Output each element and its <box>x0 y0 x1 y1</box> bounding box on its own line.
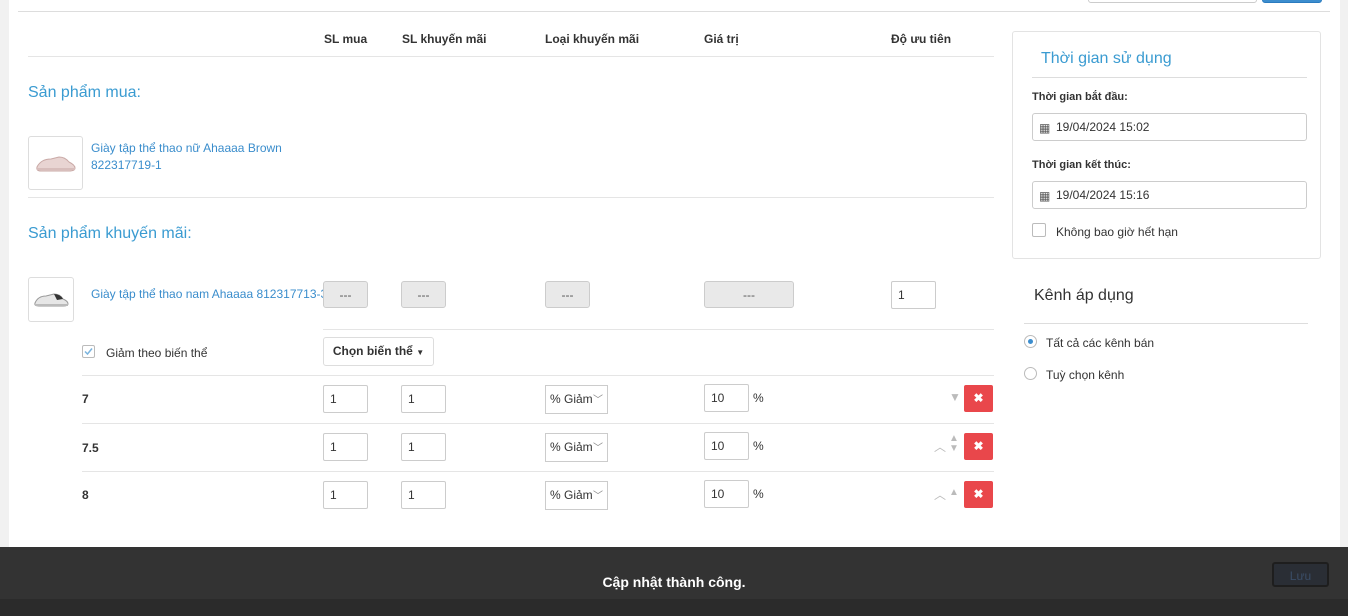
col-header-promo-qty: SL khuyến mãi <box>402 32 487 46</box>
start-time-input[interactable]: ▦ 19/04/2024 15:02 <box>1032 113 1307 141</box>
delete-variant-button[interactable]: ✖ <box>964 385 993 412</box>
calendar-icon: ▦ <box>1039 189 1051 203</box>
variant-checkbox[interactable] <box>82 345 95 358</box>
variant-type-value: % Giảm <box>550 392 593 406</box>
never-expire-checkbox[interactable] <box>1032 223 1046 237</box>
choose-variant-label: Chọn biến thể <box>332 344 413 358</box>
promo-value-field: --- <box>704 281 794 308</box>
channels-title: Kênh áp dụng <box>1034 287 1134 304</box>
col-header-priority: Độ ưu tiên <box>891 32 952 46</box>
variant-unit: % <box>753 487 764 501</box>
promo-type-field: --- <box>545 281 590 308</box>
end-time-input[interactable]: ▦ 19/04/2024 15:16 <box>1032 181 1307 209</box>
variant-row-label: 7.5 <box>82 441 99 455</box>
variant-value-input[interactable]: 10 <box>704 384 749 412</box>
variant-promo-qty-input[interactable]: 1 <box>401 481 446 509</box>
start-time-value: 19/04/2024 15:02 <box>1056 120 1150 134</box>
end-time-label: Thời gian kết thúc: <box>1032 159 1131 171</box>
chevron-up-icon[interactable]: ︿ <box>934 438 946 455</box>
top-divider <box>18 11 1330 12</box>
section-promo-title: Sản phẩm khuyến mãi: <box>28 225 192 242</box>
channel-all-label: Tất cả các kênh bán <box>1046 336 1155 350</box>
chevron-up-icon[interactable]: ︿ <box>934 486 946 503</box>
save-button[interactable]: Lưu <box>1272 562 1329 587</box>
usage-time-title: Thời gian sử dụng <box>1041 50 1172 67</box>
times-icon: ✖ <box>973 487 984 501</box>
caret-down-icon: ▼ <box>416 348 425 357</box>
section-buy-title: Sản phẩm mua: <box>28 84 141 101</box>
promo-buy-qty-field: --- <box>323 281 368 308</box>
promo-divider <box>323 329 994 330</box>
toast-notification <box>0 547 1348 599</box>
variant-checkbox-label: Giảm theo biến thể <box>106 346 208 360</box>
col-header-value: Giá trị <box>704 32 739 46</box>
delete-variant-button[interactable]: ✖ <box>964 433 993 460</box>
promo-qty-field: --- <box>401 281 446 308</box>
choose-variant-button[interactable]: Chọn biến thể ▼ <box>323 337 434 366</box>
variant-row-label: 7 <box>82 392 89 406</box>
buy-divider <box>28 197 994 198</box>
move-up-icon[interactable]: ▲ <box>949 487 959 498</box>
variant-type-value: % Giảm <box>550 488 593 502</box>
channel-custom-label: Tuỳ chọn kênh <box>1046 368 1125 382</box>
variant-buy-qty-input[interactable]: 1 <box>323 481 368 509</box>
col-header-buy-qty: SL mua <box>324 32 368 46</box>
variant-row-label: 8 <box>82 488 89 502</box>
variant-value-input[interactable]: 10 <box>704 432 749 460</box>
chevron-down-icon: ﹀ <box>593 395 603 406</box>
variant-promo-qty-input[interactable]: 1 <box>401 385 446 413</box>
top-search-input[interactable] <box>1088 0 1257 3</box>
priority-input[interactable]: 1 <box>891 281 936 309</box>
end-time-value: 19/04/2024 15:16 <box>1056 188 1150 202</box>
channel-all-radio[interactable] <box>1024 335 1037 348</box>
buy-product-link[interactable]: Giày tập thể thao nữ Ahaaaa Brown 822317… <box>91 140 291 174</box>
buy-product-thumbnail[interactable] <box>28 136 83 190</box>
never-expire-label: Không bao giờ hết hạn <box>1056 225 1178 239</box>
move-up-down-icon[interactable]: ▲ ▼ <box>949 434 959 454</box>
calendar-icon: ▦ <box>1039 121 1051 135</box>
toast-message: Cập nhật thành công. <box>602 574 746 590</box>
usage-time-divider <box>1032 77 1307 78</box>
variant-type-select[interactable]: % Giảm ﹀ <box>545 385 608 414</box>
variant-value-input[interactable]: 10 <box>704 480 749 508</box>
chevron-down-icon: ﹀ <box>593 443 603 454</box>
variant-type-select[interactable]: % Giảm ﹀ <box>545 481 608 510</box>
variant-promo-qty-input[interactable]: 1 <box>401 433 446 461</box>
promo-product-thumbnail[interactable] <box>28 277 74 322</box>
move-down-icon[interactable]: ▼ <box>949 390 961 404</box>
channel-custom-radio[interactable] <box>1024 367 1037 380</box>
channels-divider <box>1024 323 1308 324</box>
start-time-label: Thời gian bắt đầu: <box>1032 91 1128 103</box>
promo-product-link[interactable]: Giày tập thể thao nam Ahaaaa 812317713-3 <box>91 286 327 303</box>
chevron-down-icon: ﹀ <box>593 491 603 502</box>
times-icon: ✖ <box>973 439 984 453</box>
variant-type-value: % Giảm <box>550 440 593 454</box>
col-header-promo-type: Loại khuyến mãi <box>545 32 640 46</box>
row-divider <box>82 471 994 472</box>
variant-type-select[interactable]: % Giảm ﹀ <box>545 433 608 462</box>
bottom-bar <box>0 599 1348 616</box>
variant-buy-qty-input[interactable]: 1 <box>323 385 368 413</box>
variant-unit: % <box>753 391 764 405</box>
variant-unit: % <box>753 439 764 453</box>
variant-header-divider <box>82 375 994 376</box>
times-icon: ✖ <box>973 391 984 405</box>
delete-variant-button[interactable]: ✖ <box>964 481 993 508</box>
top-action-button[interactable] <box>1262 0 1322 3</box>
row-divider <box>82 423 994 424</box>
header-divider <box>28 56 994 57</box>
variant-buy-qty-input[interactable]: 1 <box>323 433 368 461</box>
